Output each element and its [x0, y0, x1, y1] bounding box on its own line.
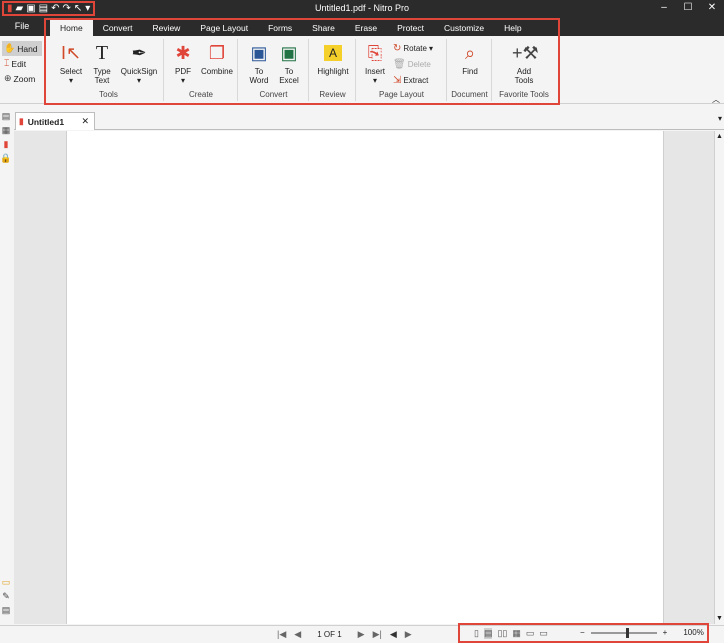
- pages-panel-icon[interactable]: ▤: [0, 110, 12, 122]
- single-page-icon[interactable]: ▯: [474, 628, 479, 639]
- collapse-ribbon-icon[interactable]: ︿: [712, 94, 720, 105]
- hand-label: Hand: [17, 43, 38, 54]
- document-viewport[interactable]: [14, 131, 714, 624]
- prev-page-icon[interactable]: ◀: [294, 629, 301, 640]
- forward-view-icon[interactable]: ▶: [405, 629, 412, 640]
- edit-label: Edit: [11, 58, 27, 69]
- zoom-out-button[interactable]: −: [580, 628, 585, 637]
- edit-tool[interactable]: ⌶ Edit: [2, 56, 42, 71]
- pdf-page[interactable]: [66, 131, 664, 624]
- maximize-icon[interactable]: ☐: [676, 0, 700, 17]
- scroll-down-icon[interactable]: ▼: [716, 615, 723, 622]
- reading-mode-icon[interactable]: ▭: [539, 628, 548, 639]
- vertical-scrollbar[interactable]: ▲ ▼: [714, 131, 724, 624]
- ribbon-highlight-box: [44, 18, 560, 105]
- bookmarks-panel-icon[interactable]: ▦: [0, 124, 12, 136]
- continuous-facing-icon[interactable]: ▦: [512, 628, 521, 639]
- next-page-icon[interactable]: ▶: [358, 629, 365, 640]
- view-mode-buttons: ▯ ▤ ▯▯ ▦ ▭ ▭: [474, 628, 548, 639]
- zoom-slider[interactable]: [590, 627, 657, 638]
- document-tab-label: Untitled1: [27, 116, 65, 127]
- edit-icon: ⌶: [4, 58, 10, 68]
- page-navigation: |◀ ◀ 1 OF 1 ▶ ▶| ◀ ▶: [277, 629, 412, 640]
- zoom-level[interactable]: 100%: [683, 628, 703, 637]
- scroll-up-icon[interactable]: ▲: [716, 133, 723, 140]
- fullscreen-icon[interactable]: ▭: [526, 628, 535, 639]
- zoom-tool[interactable]: ⊕ Zoom: [2, 71, 42, 86]
- document-tab-untitled1[interactable]: ▮ Untitled1 ✕: [15, 112, 95, 130]
- output-panel-icon[interactable]: ▤: [0, 604, 12, 616]
- zoom-in-button[interactable]: +: [663, 628, 668, 637]
- comments-panel-icon[interactable]: ▭: [0, 576, 12, 588]
- hand-tool[interactable]: ✋ Hand: [2, 41, 42, 56]
- first-page-icon[interactable]: |◀: [277, 629, 286, 640]
- last-page-icon[interactable]: ▶|: [373, 629, 382, 640]
- window-title: Untitled1.pdf - Nitro Pro: [314, 3, 410, 13]
- security-panel-icon[interactable]: 🔒: [0, 152, 12, 164]
- zoom-controls: − + 100%: [580, 627, 704, 638]
- zoom-slider-thumb[interactable]: [625, 627, 629, 638]
- tab-file[interactable]: File: [0, 17, 44, 36]
- document-tab-bar: ▮ Untitled1 ✕ ▾: [14, 110, 724, 130]
- side-tools: ✋ Hand ⌶ Edit ⊕ Zoom: [2, 41, 42, 86]
- continuous-page-icon[interactable]: ▤: [483, 628, 493, 639]
- pdf-file-icon: ▮: [19, 116, 24, 126]
- tab-list-icon[interactable]: ▾: [718, 114, 722, 123]
- page-indicator[interactable]: 1 OF 1: [317, 630, 341, 639]
- close-tab-icon[interactable]: ✕: [81, 116, 89, 127]
- facing-pages-icon[interactable]: ▯▯: [497, 628, 507, 639]
- left-panel-bar: ▤ ▦ ▮ 🔒 ▭ ✎ ▤: [0, 110, 14, 630]
- minimize-icon[interactable]: –: [652, 0, 676, 17]
- hand-icon: ✋: [4, 43, 16, 53]
- attachments-panel-icon[interactable]: ▮: [0, 138, 12, 150]
- back-view-icon[interactable]: ◀: [390, 629, 397, 640]
- zoom-icon: ⊕: [4, 73, 12, 83]
- signatures-panel-icon[interactable]: ✎: [0, 590, 12, 602]
- zoom-label: Zoom: [13, 73, 36, 84]
- close-icon[interactable]: ✕: [700, 0, 724, 17]
- title-bar: ▮ ▰ ▣ ▤ ↶ ↷ ↖ ▾ Untitled1.pdf - Nitro Pr…: [0, 0, 724, 17]
